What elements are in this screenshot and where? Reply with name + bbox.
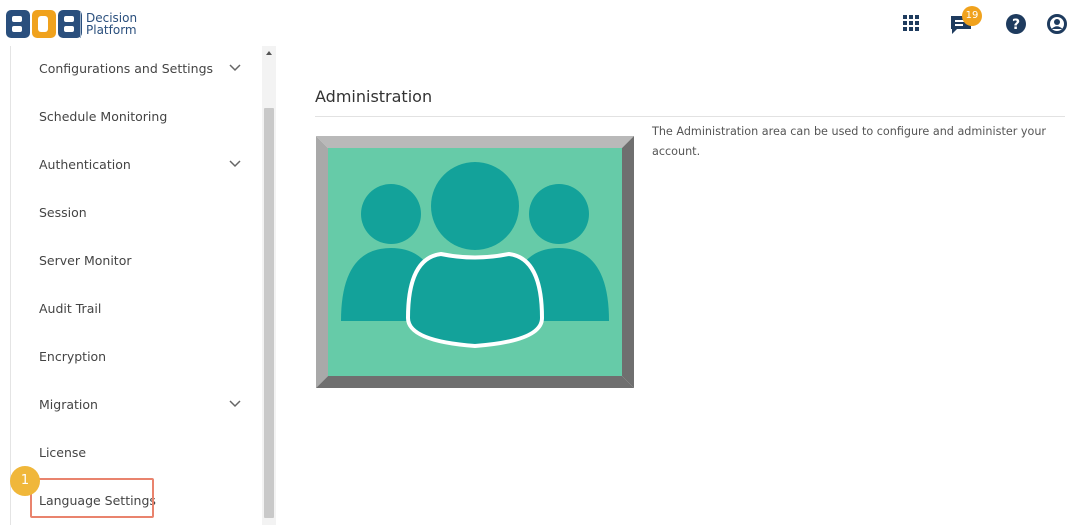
chevron-down-icon[interactable] xyxy=(229,64,241,72)
logo-text-line2: Platform xyxy=(86,23,137,37)
sidebar-item-label: License xyxy=(39,445,87,460)
sidebar-item-server-monitor[interactable]: Server Monitor xyxy=(11,238,260,286)
page-description: The Administration area can be used to c… xyxy=(652,125,1047,158)
sidebar-scrollbar-thumb[interactable] xyxy=(264,108,274,518)
language-settings-highlight xyxy=(30,478,154,518)
sidebar-item-encryption[interactable]: Encryption xyxy=(11,334,260,382)
logo-text: Decision Platform xyxy=(86,12,137,36)
sidebar-item-label: Schedule Monitoring xyxy=(39,109,168,124)
sidebar-item-authentication[interactable]: Authentication xyxy=(11,142,260,190)
sidebar-item-license[interactable]: License xyxy=(11,430,260,478)
chevron-down-icon[interactable] xyxy=(229,400,241,408)
sidebar-item-migration[interactable]: Migration xyxy=(11,382,260,430)
page-title: Administration xyxy=(315,87,433,106)
logo-separator xyxy=(80,12,81,38)
chevron-down-icon[interactable] xyxy=(229,160,241,168)
sidebar-item-label: Authentication xyxy=(39,157,131,172)
sidebar-item-audit-trail[interactable]: Audit Trail xyxy=(11,286,260,334)
sidebar-item-label: Encryption xyxy=(39,349,107,364)
sidebar-item-label: Configurations and Settings xyxy=(39,61,214,76)
sidebar-item-session[interactable]: Session xyxy=(11,190,260,238)
title-divider xyxy=(315,116,1065,117)
bdb-logo[interactable] xyxy=(6,8,82,40)
apps-grid-icon[interactable] xyxy=(903,15,919,31)
step-number-badge: 1 xyxy=(10,466,40,496)
sidebar-item-label: Session xyxy=(39,205,87,220)
svg-text:?: ? xyxy=(1012,17,1020,33)
sidebar-item-configurations-and-settings[interactable]: Configurations and Settings xyxy=(11,46,260,94)
scroll-up-arrow-icon[interactable] xyxy=(264,48,274,58)
sidebar-item-label: Audit Trail xyxy=(39,301,102,316)
sidebar-item-label: Server Monitor xyxy=(39,253,132,268)
user-account-icon[interactable] xyxy=(1047,14,1067,34)
sidebar-item-label: Migration xyxy=(39,397,98,412)
sidebar-item-schedule-monitoring[interactable]: Schedule Monitoring xyxy=(11,94,260,142)
admin-sidebar: Configurations and Settings Schedule Mon… xyxy=(10,46,260,525)
notification-count-badge: 19 xyxy=(962,6,982,26)
help-icon[interactable]: ? xyxy=(1006,14,1026,34)
top-header: Decision Platform 19 ? xyxy=(0,0,1077,46)
administration-people-icon xyxy=(316,136,634,388)
